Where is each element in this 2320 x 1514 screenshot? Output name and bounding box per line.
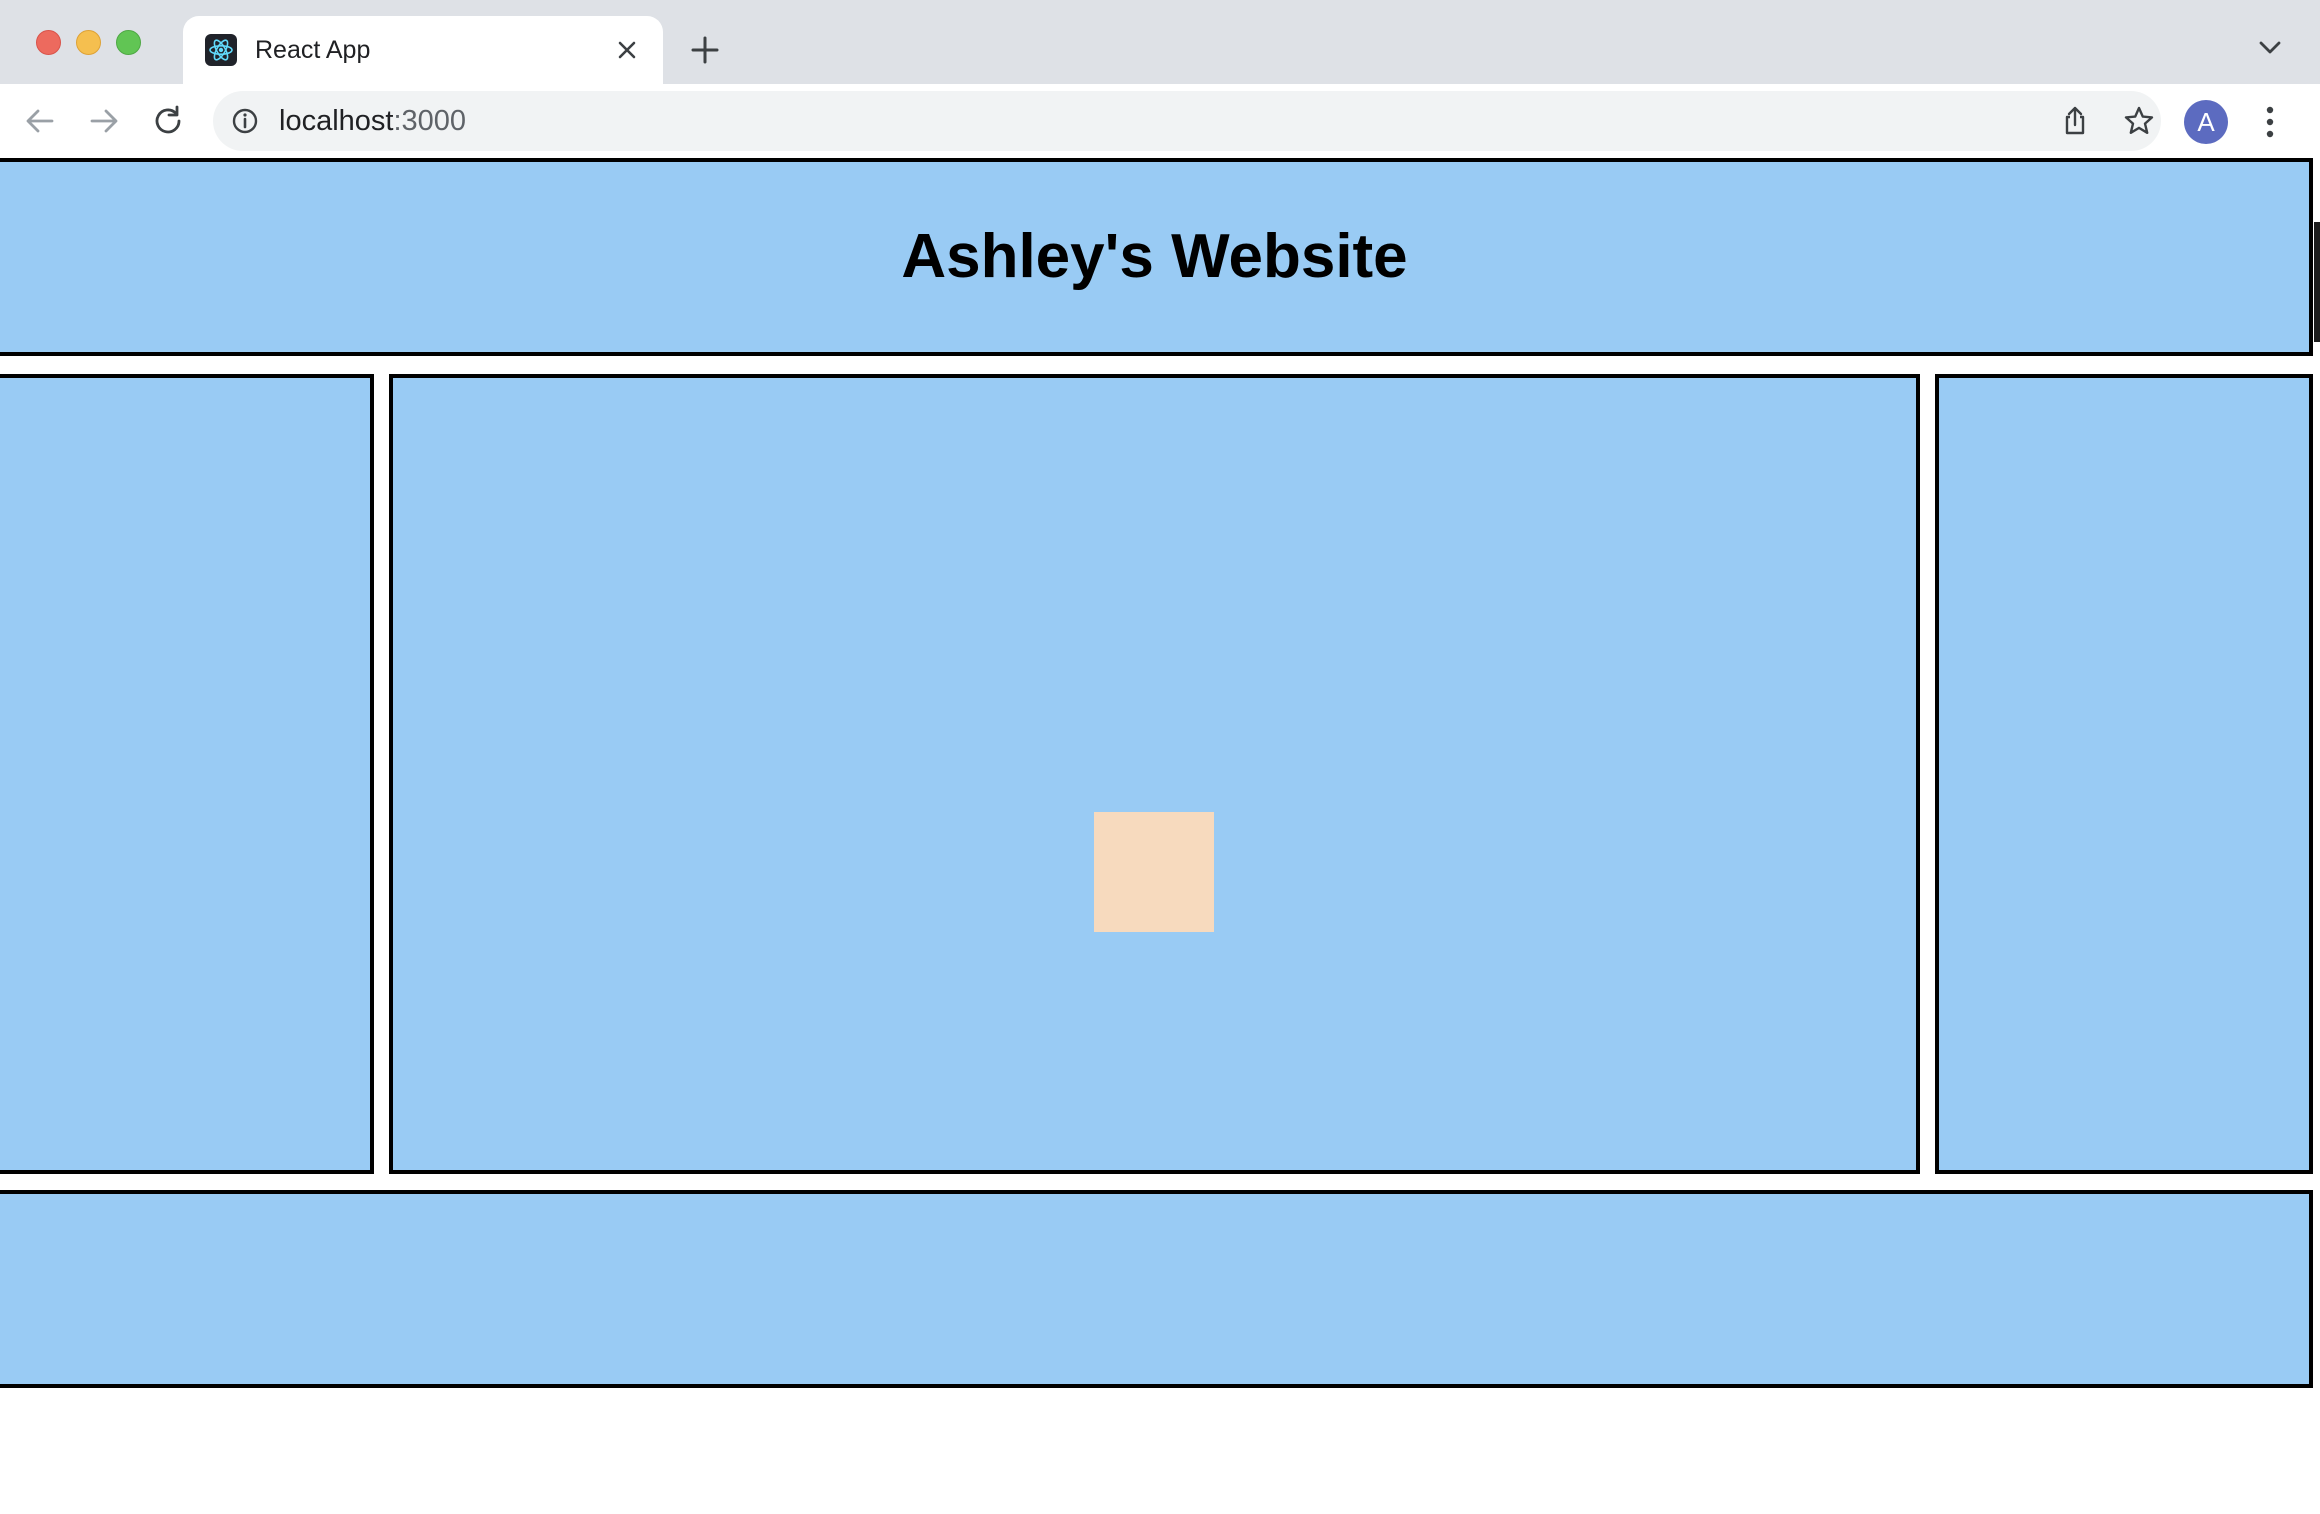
site-footer bbox=[0, 1190, 2313, 1388]
chevron-down-icon[interactable] bbox=[2256, 38, 2284, 58]
tab-title: React App bbox=[255, 36, 371, 64]
browser-toolbar: localhost:3000 A bbox=[0, 84, 2320, 158]
share-icon[interactable] bbox=[2059, 105, 2091, 137]
url-text[interactable]: localhost:3000 bbox=[279, 103, 466, 139]
back-arrow-icon[interactable] bbox=[22, 103, 58, 139]
window-edge bbox=[2314, 158, 2320, 1514]
page-title: Ashley's Website bbox=[901, 222, 1408, 291]
right-sidebar bbox=[1935, 374, 2313, 1174]
page-viewport: Ashley's Website bbox=[0, 158, 2314, 1514]
forward-arrow-icon[interactable] bbox=[86, 103, 122, 139]
address-bar[interactable]: localhost:3000 bbox=[213, 91, 2161, 151]
minimize-window-button[interactable] bbox=[76, 30, 101, 55]
tab-react-app[interactable]: React App bbox=[183, 16, 663, 84]
avatar[interactable]: A bbox=[2184, 100, 2228, 144]
plus-icon[interactable] bbox=[689, 34, 721, 66]
maximize-window-button[interactable] bbox=[116, 30, 141, 55]
react-favicon-icon bbox=[205, 34, 237, 66]
info-icon[interactable] bbox=[231, 107, 259, 135]
background-window-edge bbox=[2314, 222, 2320, 342]
star-icon[interactable] bbox=[2123, 105, 2155, 137]
kebab-menu-icon[interactable] bbox=[2254, 102, 2286, 142]
site-header: Ashley's Website bbox=[0, 158, 2313, 356]
browser-window: React App localhost:3000 A Ashley's Webs… bbox=[0, 0, 2320, 1514]
left-sidebar bbox=[0, 374, 374, 1174]
close-window-button[interactable] bbox=[36, 30, 61, 55]
main-content bbox=[389, 374, 1920, 1174]
url-host: localhost bbox=[279, 105, 394, 137]
reload-icon[interactable] bbox=[150, 103, 186, 139]
url-port: :3000 bbox=[393, 105, 467, 137]
tab-strip: React App bbox=[0, 0, 2320, 84]
close-icon[interactable] bbox=[613, 36, 641, 64]
center-box bbox=[1094, 812, 1214, 932]
